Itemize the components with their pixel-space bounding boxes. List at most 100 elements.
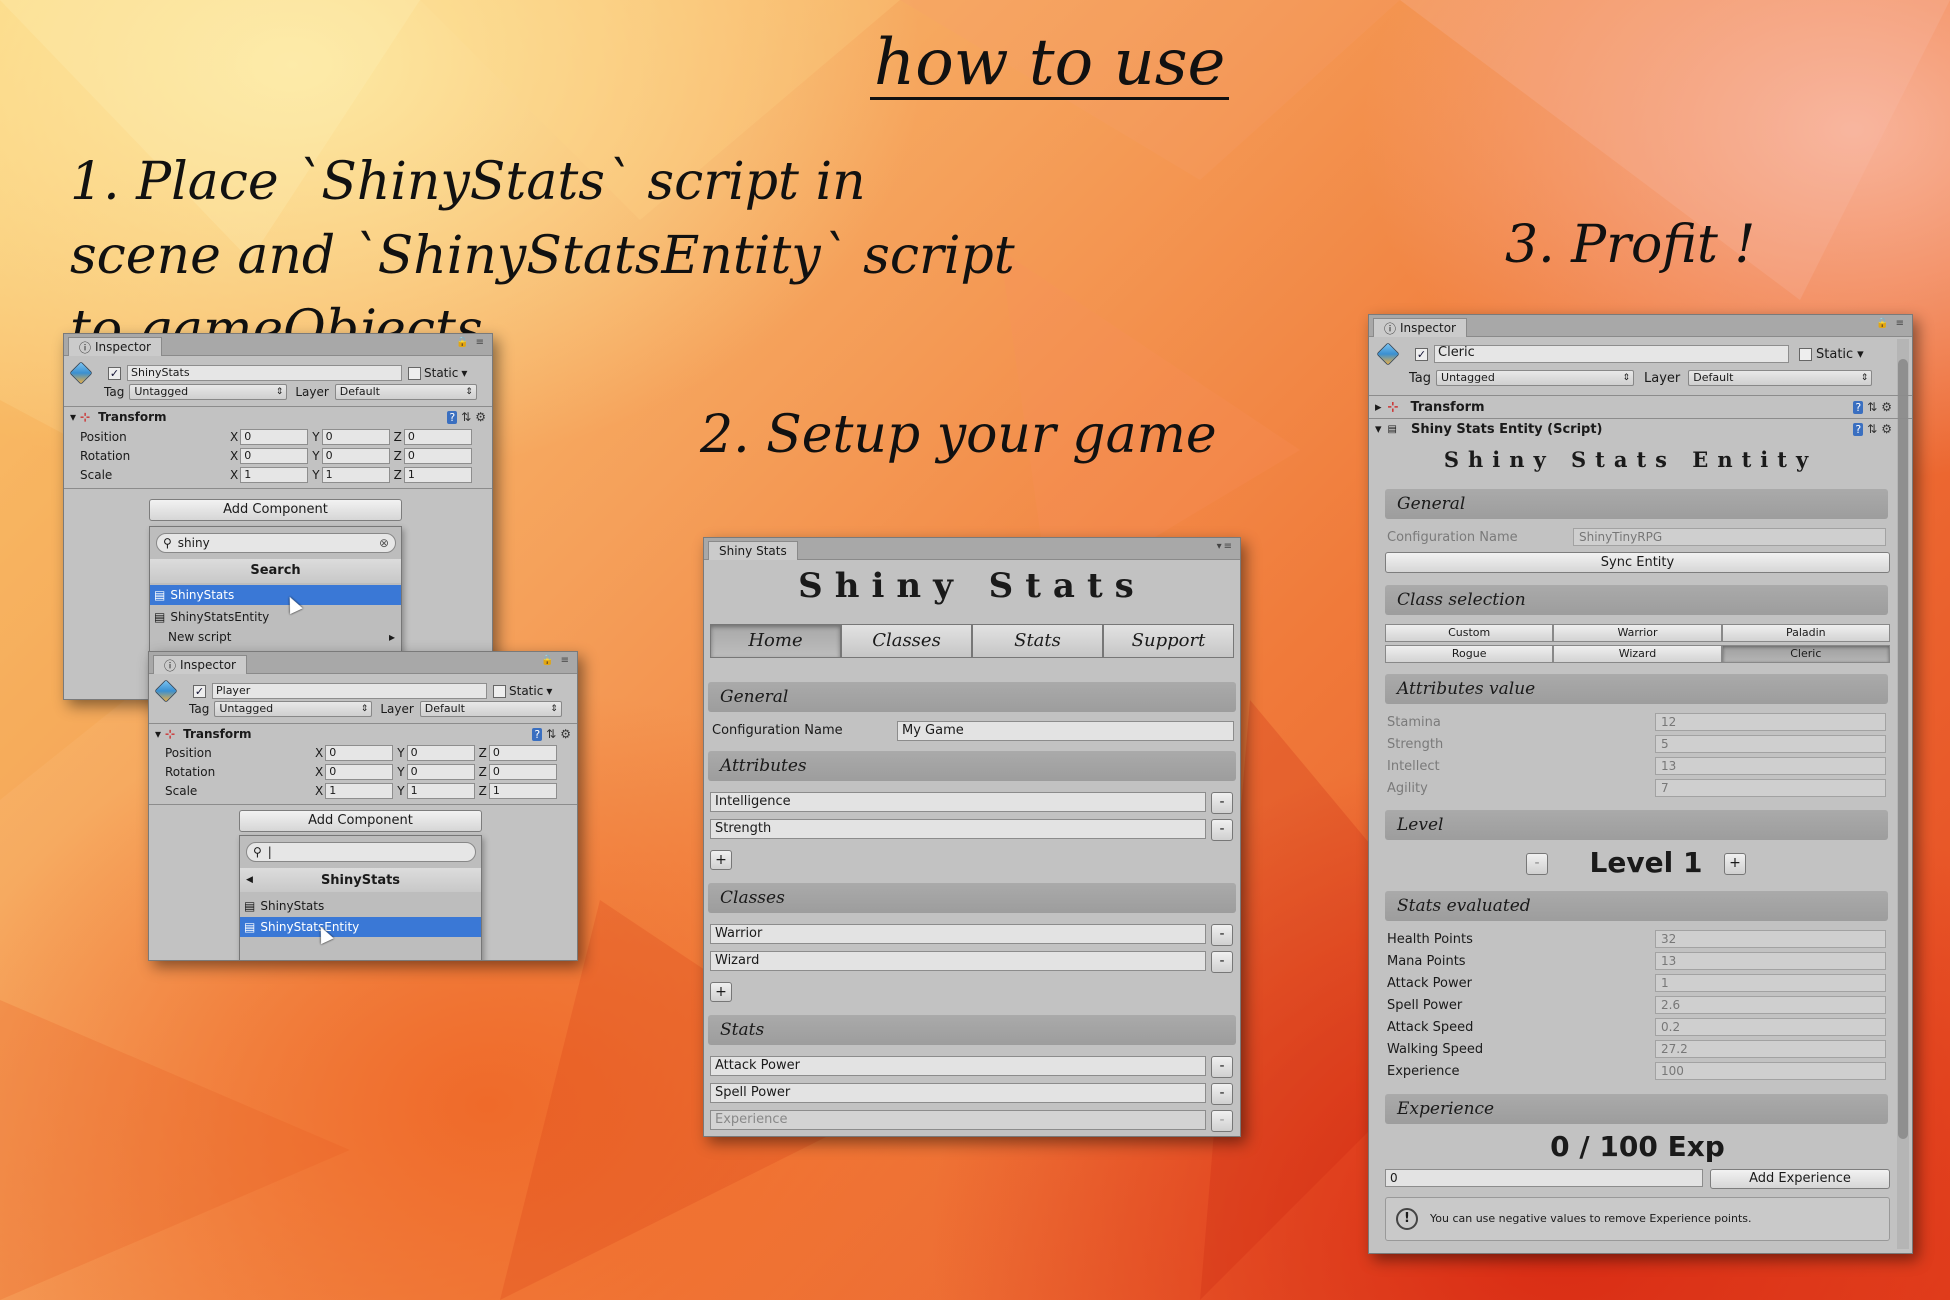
result-shinystats[interactable]: ▤ ShinyStats <box>240 896 481 916</box>
clear-icon[interactable]: ⊗ <box>379 536 389 550</box>
remove-attribute-button[interactable]: - <box>1211 792 1233 814</box>
rotation-z-field[interactable]: 0 <box>488 764 557 780</box>
position-z-field[interactable]: 0 <box>403 429 472 445</box>
stat-field-spell-power[interactable]: Spell Power <box>710 1083 1206 1103</box>
script-header[interactable]: ▾ ▤ Shiny Stats Entity (Script) <box>1375 422 1603 437</box>
remove-class-button[interactable]: - <box>1211 924 1233 946</box>
window-menu-icon[interactable]: ▾≡ <box>1217 541 1234 552</box>
active-checkbox[interactable]: ✓ <box>108 366 121 380</box>
level-up-button[interactable]: + <box>1724 853 1746 875</box>
scale-x-field[interactable]: 1 <box>325 783 394 799</box>
component-search-input[interactable]: ⚲ | <box>246 842 476 862</box>
add-component-button[interactable]: Add Component <box>239 810 482 832</box>
tab-inspector[interactable]: ⓘ Inspector <box>153 655 247 674</box>
component-search-input[interactable]: ⚲ shiny ⊗ <box>156 533 396 553</box>
scale-z-field[interactable]: 1 <box>488 783 557 799</box>
help-icon[interactable]: ? <box>447 410 458 424</box>
chevron-down-icon[interactable]: ▾ <box>461 366 467 380</box>
result-new-script[interactable]: New script ▸ <box>150 627 401 647</box>
static-checkbox[interactable] <box>1799 347 1812 361</box>
stat-field-attack-power[interactable]: Attack Power <box>710 1056 1206 1076</box>
tab-classes[interactable]: Classes <box>841 624 972 658</box>
attribute-field-intelligence[interactable]: Intelligence <box>710 792 1206 812</box>
experience-input[interactable]: 0 <box>1385 1169 1703 1187</box>
gear-icon[interactable]: ⚙ <box>1881 422 1892 436</box>
rotation-x-field[interactable]: 0 <box>240 448 309 464</box>
remove-stat-button[interactable]: - <box>1211 1083 1233 1105</box>
layer-dropdown[interactable]: Default <box>419 701 562 717</box>
gear-icon[interactable]: ⚙ <box>475 410 486 424</box>
transform-header[interactable]: ▸ ⊹ Transform <box>1375 400 1485 415</box>
active-checkbox[interactable]: ✓ <box>193 684 206 698</box>
window-controls-icon[interactable]: 🔒 ≡ <box>1876 318 1906 329</box>
position-x-field[interactable]: 0 <box>240 429 309 445</box>
add-experience-button[interactable]: Add Experience <box>1710 1169 1890 1189</box>
remove-class-button[interactable]: - <box>1211 951 1233 973</box>
tab-inspector[interactable]: ⓘ Inspector <box>68 337 162 356</box>
scale-y-field[interactable]: 1 <box>321 467 390 483</box>
tag-dropdown[interactable]: Untagged <box>1436 370 1635 386</box>
layer-dropdown[interactable]: Default <box>334 384 477 400</box>
scale-x-field[interactable]: 1 <box>240 467 309 483</box>
preset-icon[interactable]: ⇅ <box>546 727 556 741</box>
position-z-field[interactable]: 0 <box>488 745 557 761</box>
tab-home[interactable]: Home <box>710 624 841 658</box>
tab-shiny-stats[interactable]: Shiny Stats <box>708 541 798 560</box>
window-controls-icon[interactable]: 🔒 ≡ <box>456 337 486 348</box>
add-attribute-button[interactable]: + <box>710 850 732 870</box>
tag-dropdown[interactable]: Untagged <box>214 701 373 717</box>
rotation-y-field[interactable]: 0 <box>406 764 475 780</box>
rotation-x-field[interactable]: 0 <box>325 764 394 780</box>
result-shinystatsentity[interactable]: ▤ ShinyStatsEntity <box>240 917 481 937</box>
add-class-button[interactable]: + <box>710 982 732 1002</box>
class-option-warrior[interactable]: Warrior <box>1553 624 1722 642</box>
tag-dropdown[interactable]: Untagged <box>129 384 288 400</box>
class-option-cleric[interactable]: Cleric <box>1721 645 1890 663</box>
result-shinystats[interactable]: ▤ ShinyStats <box>150 585 401 605</box>
preset-icon[interactable]: ⇅ <box>461 410 471 424</box>
back-arrow-icon[interactable]: ◀ <box>246 875 253 885</box>
transform-header[interactable]: ▾ ⊹ Transform <box>155 727 252 741</box>
scale-y-field[interactable]: 1 <box>406 783 475 799</box>
class-field-warrior[interactable]: Warrior <box>710 924 1206 944</box>
class-field-wizard[interactable]: Wizard <box>710 951 1206 971</box>
rotation-z-field[interactable]: 0 <box>403 448 472 464</box>
level-down-button[interactable]: - <box>1526 853 1548 875</box>
position-y-field[interactable]: 0 <box>406 745 475 761</box>
sync-entity-button[interactable]: Sync Entity <box>1385 552 1890 573</box>
add-component-button[interactable]: Add Component <box>149 499 402 521</box>
gear-icon[interactable]: ⚙ <box>560 727 571 741</box>
help-icon[interactable]: ? <box>1853 400 1864 414</box>
active-checkbox[interactable]: ✓ <box>1415 347 1428 361</box>
help-icon[interactable]: ? <box>532 727 543 741</box>
scale-z-field[interactable]: 1 <box>403 467 472 483</box>
window-controls-icon[interactable]: 🔒 ≡ <box>541 655 571 666</box>
static-checkbox[interactable] <box>493 684 506 698</box>
gear-icon[interactable]: ⚙ <box>1881 400 1892 414</box>
remove-attribute-button[interactable]: - <box>1211 819 1233 841</box>
tab-stats[interactable]: Stats <box>972 624 1103 658</box>
config-name-field[interactable]: My Game <box>897 721 1234 741</box>
rotation-y-field[interactable]: 0 <box>321 448 390 464</box>
attribute-field-strength[interactable]: Strength <box>710 819 1206 839</box>
chevron-down-icon[interactable]: ▾ <box>1857 347 1864 362</box>
tab-support[interactable]: Support <box>1103 624 1234 658</box>
scrollbar-thumb[interactable] <box>1898 359 1908 1139</box>
position-x-field[interactable]: 0 <box>325 745 394 761</box>
preset-icon[interactable]: ⇅ <box>1867 422 1877 436</box>
transform-header[interactable]: ▾ ⊹ Transform <box>70 410 167 424</box>
layer-dropdown[interactable]: Default <box>1688 370 1873 386</box>
class-option-wizard[interactable]: Wizard <box>1553 645 1722 663</box>
object-name-field[interactable]: ShinyStats <box>127 365 402 381</box>
result-shinystatsentity[interactable]: ▤ ShinyStatsEntity <box>150 607 401 627</box>
tab-inspector[interactable]: ⓘ Inspector <box>1373 318 1467 337</box>
static-checkbox[interactable] <box>408 366 421 380</box>
object-name-field[interactable]: Player <box>212 683 487 699</box>
class-option-custom[interactable]: Custom <box>1385 624 1554 642</box>
position-y-field[interactable]: 0 <box>321 429 390 445</box>
preset-icon[interactable]: ⇅ <box>1867 400 1877 414</box>
object-name-field[interactable]: Cleric <box>1434 345 1789 363</box>
scrollbar[interactable] <box>1897 339 1909 1249</box>
remove-stat-button[interactable]: - <box>1211 1056 1233 1078</box>
class-option-paladin[interactable]: Paladin <box>1721 624 1890 642</box>
